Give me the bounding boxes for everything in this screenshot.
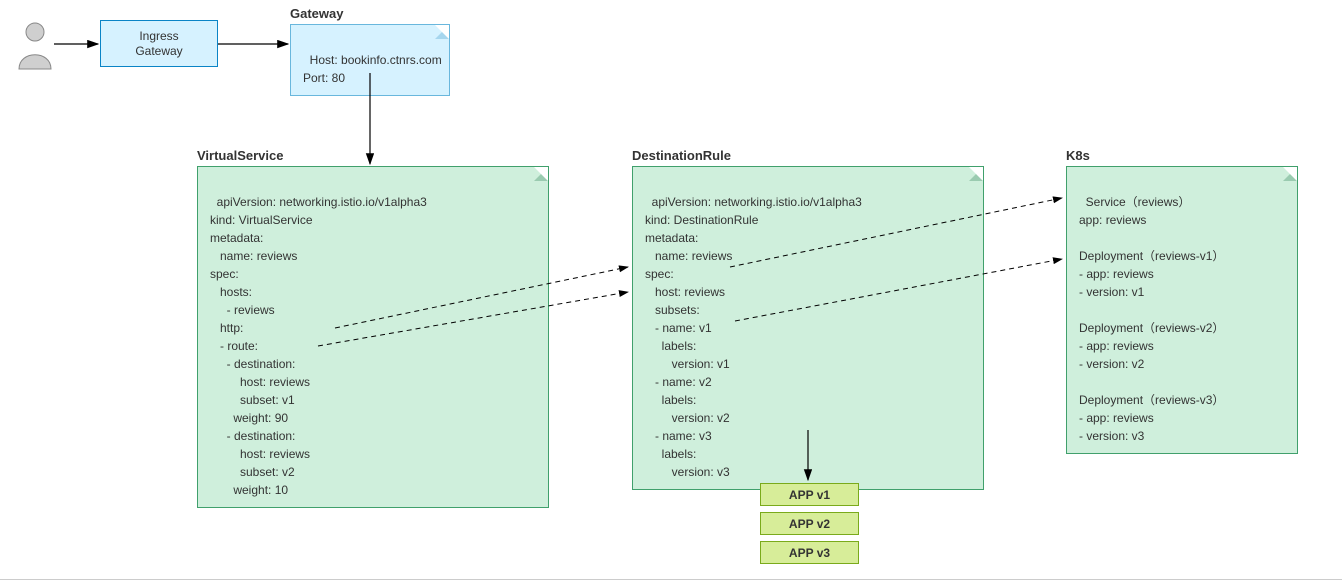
destinationrule-title: DestinationRule (632, 148, 731, 163)
virtualservice-body: apiVersion: networking.istio.io/v1alpha3… (210, 195, 427, 497)
app-v1-box: APP v1 (760, 483, 859, 506)
app-v3-box: APP v3 (760, 541, 859, 564)
destinationrule-note: apiVersion: networking.istio.io/v1alpha3… (632, 166, 984, 490)
gateway-note: Host: bookinfo.ctnrs.com Port: 80 (290, 24, 450, 96)
virtualservice-title: VirtualService (197, 148, 283, 163)
k8s-note: Service（reviews） app: reviews Deployment… (1066, 166, 1298, 454)
k8s-title: K8s (1066, 148, 1090, 163)
app-v2-box: APP v2 (760, 512, 859, 535)
ingress-gateway-label: Ingress Gateway (135, 29, 182, 59)
app-v3-label: APP v3 (789, 546, 830, 560)
gateway-title: Gateway (290, 6, 343, 21)
app-v2-label: APP v2 (789, 517, 830, 531)
k8s-body: Service（reviews） app: reviews Deployment… (1079, 195, 1224, 443)
gateway-body: Host: bookinfo.ctnrs.com Port: 80 (303, 53, 442, 85)
user-icon (18, 20, 52, 73)
app-v1-label: APP v1 (789, 488, 830, 502)
destinationrule-body: apiVersion: networking.istio.io/v1alpha3… (645, 195, 862, 479)
virtualservice-note: apiVersion: networking.istio.io/v1alpha3… (197, 166, 549, 508)
ingress-gateway-box: Ingress Gateway (100, 20, 218, 67)
